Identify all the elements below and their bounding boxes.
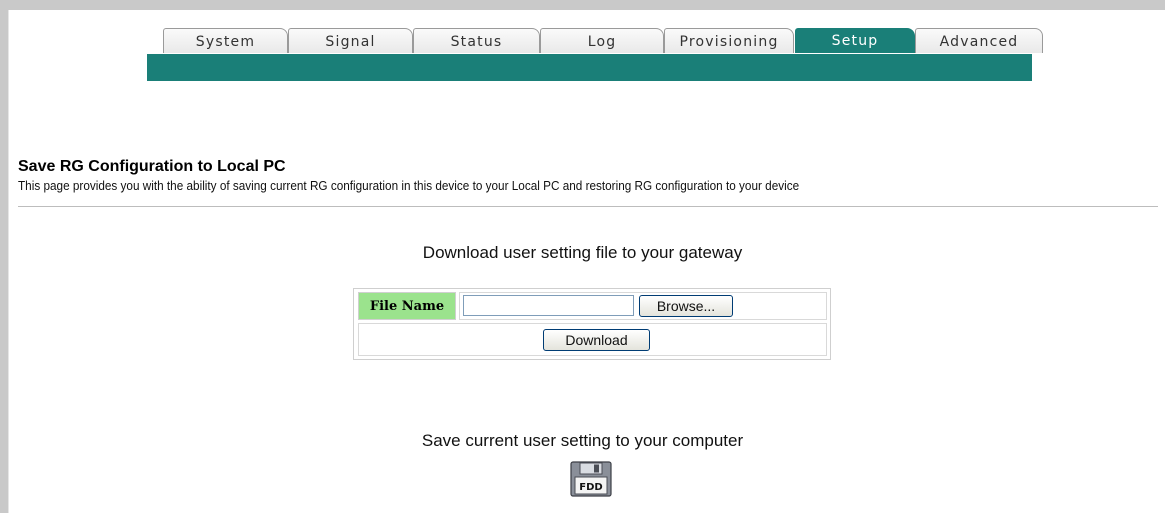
download-form: File Name Browse... Download: [353, 288, 831, 360]
file-name-label: File Name: [358, 292, 456, 320]
file-input-cell: Browse...: [459, 292, 827, 320]
tab-underline-bar: [147, 54, 1032, 81]
tab-setup[interactable]: Setup: [795, 28, 915, 53]
tab-provisioning[interactable]: Provisioning: [664, 28, 794, 53]
browse-button[interactable]: Browse...: [639, 295, 733, 317]
tab-status[interactable]: Status: [413, 28, 540, 53]
download-section-heading: Download user setting file to your gatew…: [422, 243, 743, 262]
download-button[interactable]: Download: [543, 329, 650, 351]
page-title: Save RG Configuration to Local PC: [18, 158, 286, 175]
floppy-icon-label: FDD: [579, 482, 602, 493]
page-description: This page provides you with the ability …: [18, 179, 800, 193]
tab-system[interactable]: System: [163, 28, 288, 53]
download-button-row: Download: [358, 323, 827, 356]
tab-advanced[interactable]: Advanced: [915, 28, 1043, 53]
tab-signal[interactable]: Signal: [288, 28, 413, 53]
divider: [18, 206, 1158, 207]
floppy-disk-icon[interactable]: FDD: [570, 461, 612, 497]
window-frame-top: [0, 0, 1165, 10]
save-section-heading: Save current user setting to your comput…: [421, 431, 744, 450]
tab-log[interactable]: Log: [540, 28, 664, 53]
file-name-input[interactable]: [463, 295, 634, 316]
